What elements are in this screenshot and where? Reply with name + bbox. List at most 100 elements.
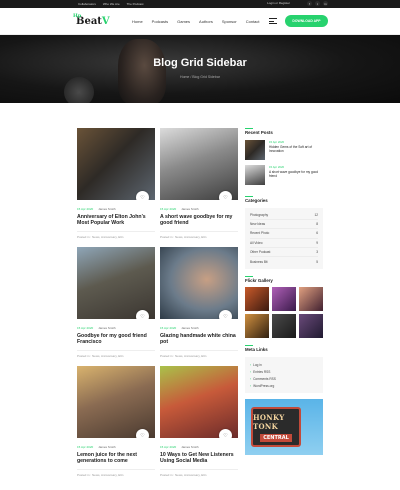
- gallery-image[interactable]: [299, 314, 323, 339]
- post-thumbnail[interactable]: ♡: [77, 247, 155, 319]
- post-card[interactable]: ♡ 15 Apr 2020 James Smith A short wave go…: [160, 128, 238, 239]
- hero-portrait-image: [118, 39, 166, 103]
- post-card[interactable]: ♡ 15 Apr 2020 James Smith Lemon juice for…: [77, 366, 155, 477]
- neon-sign-image: HONKY TONK CENTRAL: [251, 407, 301, 448]
- recent-post-title[interactable]: A short wave goodbye for my good friend: [269, 170, 323, 178]
- category-name[interactable]: Photography: [250, 213, 268, 217]
- post-title[interactable]: A short wave goodbye for my good friend: [160, 214, 238, 227]
- heart-icon[interactable]: ♡: [219, 429, 232, 438]
- recent-post-thumbnail[interactable]: [245, 140, 265, 160]
- post-thumbnail[interactable]: ♡: [77, 366, 155, 438]
- heart-icon[interactable]: ♡: [219, 191, 232, 200]
- post-card[interactable]: ♡ 15 Apr 2020 James Smith Glazing handmad…: [160, 247, 238, 358]
- gallery-image[interactable]: [245, 287, 269, 312]
- post-card[interactable]: ♡ 15 Apr 2020 James Smith Goodbye for my …: [77, 247, 155, 358]
- recent-post-item[interactable]: 15 Apr 2020 A short wave goodbye for my g…: [245, 165, 323, 185]
- categories-title: Categories: [245, 196, 323, 203]
- recent-post-item[interactable]: 15 Apr 2020 Hidden Gems of the Soft art o…: [245, 140, 323, 160]
- meta-links-list: Log in Entries RSS Comments RSS WordPres…: [245, 357, 323, 394]
- post-title[interactable]: 10 Ways to Get New Listeners Using Socia…: [160, 452, 238, 465]
- nav-sponsor[interactable]: Sponsor: [222, 19, 237, 24]
- category-name[interactable]: Recent Photo: [250, 231, 269, 235]
- meta-link-login[interactable]: Log in: [250, 361, 318, 368]
- post-categories: Posted in : News, Anniversary, Eltn: [77, 350, 155, 358]
- nav-games[interactable]: Games: [177, 19, 190, 24]
- heart-icon[interactable]: ♡: [219, 310, 232, 319]
- meta-link-comments-rss[interactable]: Comments RSS: [250, 375, 318, 382]
- category-item[interactable]: Photography 12: [250, 211, 318, 221]
- flickr-gallery-title: Flickr Gallery: [245, 276, 323, 283]
- post-title[interactable]: Glazing handmade white china pot: [160, 333, 238, 346]
- post-meta: 15 Apr 2020 James Smith: [160, 326, 238, 330]
- category-item[interactable]: Recent Photo 6: [250, 229, 318, 239]
- heart-icon[interactable]: ♡: [136, 310, 149, 319]
- post-title[interactable]: Goodbye for my good friend Francisco: [77, 333, 155, 346]
- recent-post-title[interactable]: Hidden Gems of the Soft art of Innovatio…: [269, 145, 323, 153]
- category-count: 5: [316, 259, 318, 264]
- category-item[interactable]: Other Podcast 3: [250, 248, 318, 257]
- twitter-icon[interactable]: t: [315, 1, 320, 6]
- nav-authors[interactable]: Authors: [199, 19, 213, 24]
- post-author[interactable]: James Smith: [98, 445, 115, 449]
- nav-podcasts[interactable]: Podcasts: [152, 19, 168, 24]
- page-title: Blog Grid Sidebar: [153, 57, 247, 69]
- category-item[interactable]: New Ideas 8: [250, 220, 318, 230]
- sidebar-ad-banner[interactable]: HONKY TONK CENTRAL: [245, 399, 323, 456]
- post-card[interactable]: ♡ 15 Apr 2020 James Smith Anniversary of …: [77, 128, 155, 239]
- recent-post-thumbnail[interactable]: [245, 165, 265, 185]
- post-meta: 15 Apr 2020 James Smith: [77, 207, 155, 211]
- flickr-gallery: [245, 287, 323, 339]
- heart-icon[interactable]: ♡: [136, 429, 149, 438]
- category-item[interactable]: Business Bit 5: [250, 257, 318, 266]
- topbar-link-who-we-are[interactable]: Who We Are: [103, 2, 120, 6]
- meta-link-entries-rss[interactable]: Entries RSS: [250, 368, 318, 375]
- gallery-image[interactable]: [245, 314, 269, 339]
- nav-contact[interactable]: Contact: [246, 19, 260, 24]
- post-date: 15 Apr 2020: [160, 445, 177, 449]
- gallery-image[interactable]: [272, 287, 296, 312]
- login-link[interactable]: Login or Register: [267, 1, 290, 5]
- site-logo[interactable]: Hp BeatV: [73, 13, 124, 27]
- top-bar: Collaborators Who We Are The Podcast: [0, 0, 400, 8]
- post-thumbnail[interactable]: ♡: [160, 128, 238, 200]
- logo-accent: V: [101, 15, 110, 27]
- post-date: 15 Apr 2020: [160, 326, 177, 330]
- topbar-link-the-podcast[interactable]: The Podcast: [127, 2, 144, 6]
- category-count: 8: [316, 222, 318, 227]
- recent-post-date: 15 Apr 2020: [269, 165, 285, 169]
- post-thumbnail[interactable]: ♡: [160, 366, 238, 438]
- post-meta: 15 Apr 2020 James Smith: [160, 445, 238, 449]
- post-author[interactable]: James Smith: [181, 445, 198, 449]
- gallery-image[interactable]: [272, 314, 296, 339]
- nav-home[interactable]: Home: [132, 19, 143, 24]
- category-count: 6: [316, 231, 318, 236]
- category-name[interactable]: New Ideas: [250, 222, 265, 226]
- topbar-link-collaborators[interactable]: Collaborators: [78, 2, 96, 6]
- category-name[interactable]: Other Podcast: [250, 250, 270, 254]
- post-author[interactable]: James Smith: [98, 326, 115, 330]
- category-item[interactable]: All Video 9: [250, 239, 318, 248]
- facebook-icon[interactable]: f: [307, 1, 312, 6]
- download-app-button[interactable]: DOWNLOAD APP: [285, 15, 328, 27]
- category-name[interactable]: Business Bit: [250, 260, 268, 264]
- post-title[interactable]: Lemon juice for the next generations to …: [77, 452, 155, 465]
- category-name[interactable]: All Video: [250, 241, 263, 245]
- post-date: 15 Apr 2020: [160, 207, 177, 211]
- category-count: 3: [316, 249, 318, 254]
- post-date: 15 Apr 2020: [77, 445, 94, 449]
- post-card[interactable]: ♡ 15 Apr 2020 James Smith 10 Ways to Get …: [160, 366, 238, 477]
- meta-link-wordpress[interactable]: WordPress.org: [250, 382, 318, 389]
- heart-icon[interactable]: ♡: [136, 191, 149, 200]
- post-grid: ♡ 15 Apr 2020 James Smith Anniversary of …: [77, 128, 243, 477]
- post-author[interactable]: James Smith: [98, 207, 115, 211]
- recent-post-date: 15 Apr 2020: [269, 140, 285, 144]
- post-thumbnail[interactable]: ♡: [160, 247, 238, 319]
- breadcrumb[interactable]: Home / Blog Grid Sidebar: [0, 75, 400, 79]
- hamburger-menu-icon[interactable]: [269, 18, 277, 24]
- gallery-image[interactable]: [299, 287, 323, 312]
- post-author[interactable]: James Smith: [181, 207, 198, 211]
- post-author[interactable]: James Smith: [181, 326, 198, 330]
- linkedin-icon[interactable]: in: [323, 1, 328, 6]
- post-thumbnail[interactable]: ♡: [77, 128, 155, 200]
- post-title[interactable]: Anniversary of Elton John's Most Popular…: [77, 214, 155, 227]
